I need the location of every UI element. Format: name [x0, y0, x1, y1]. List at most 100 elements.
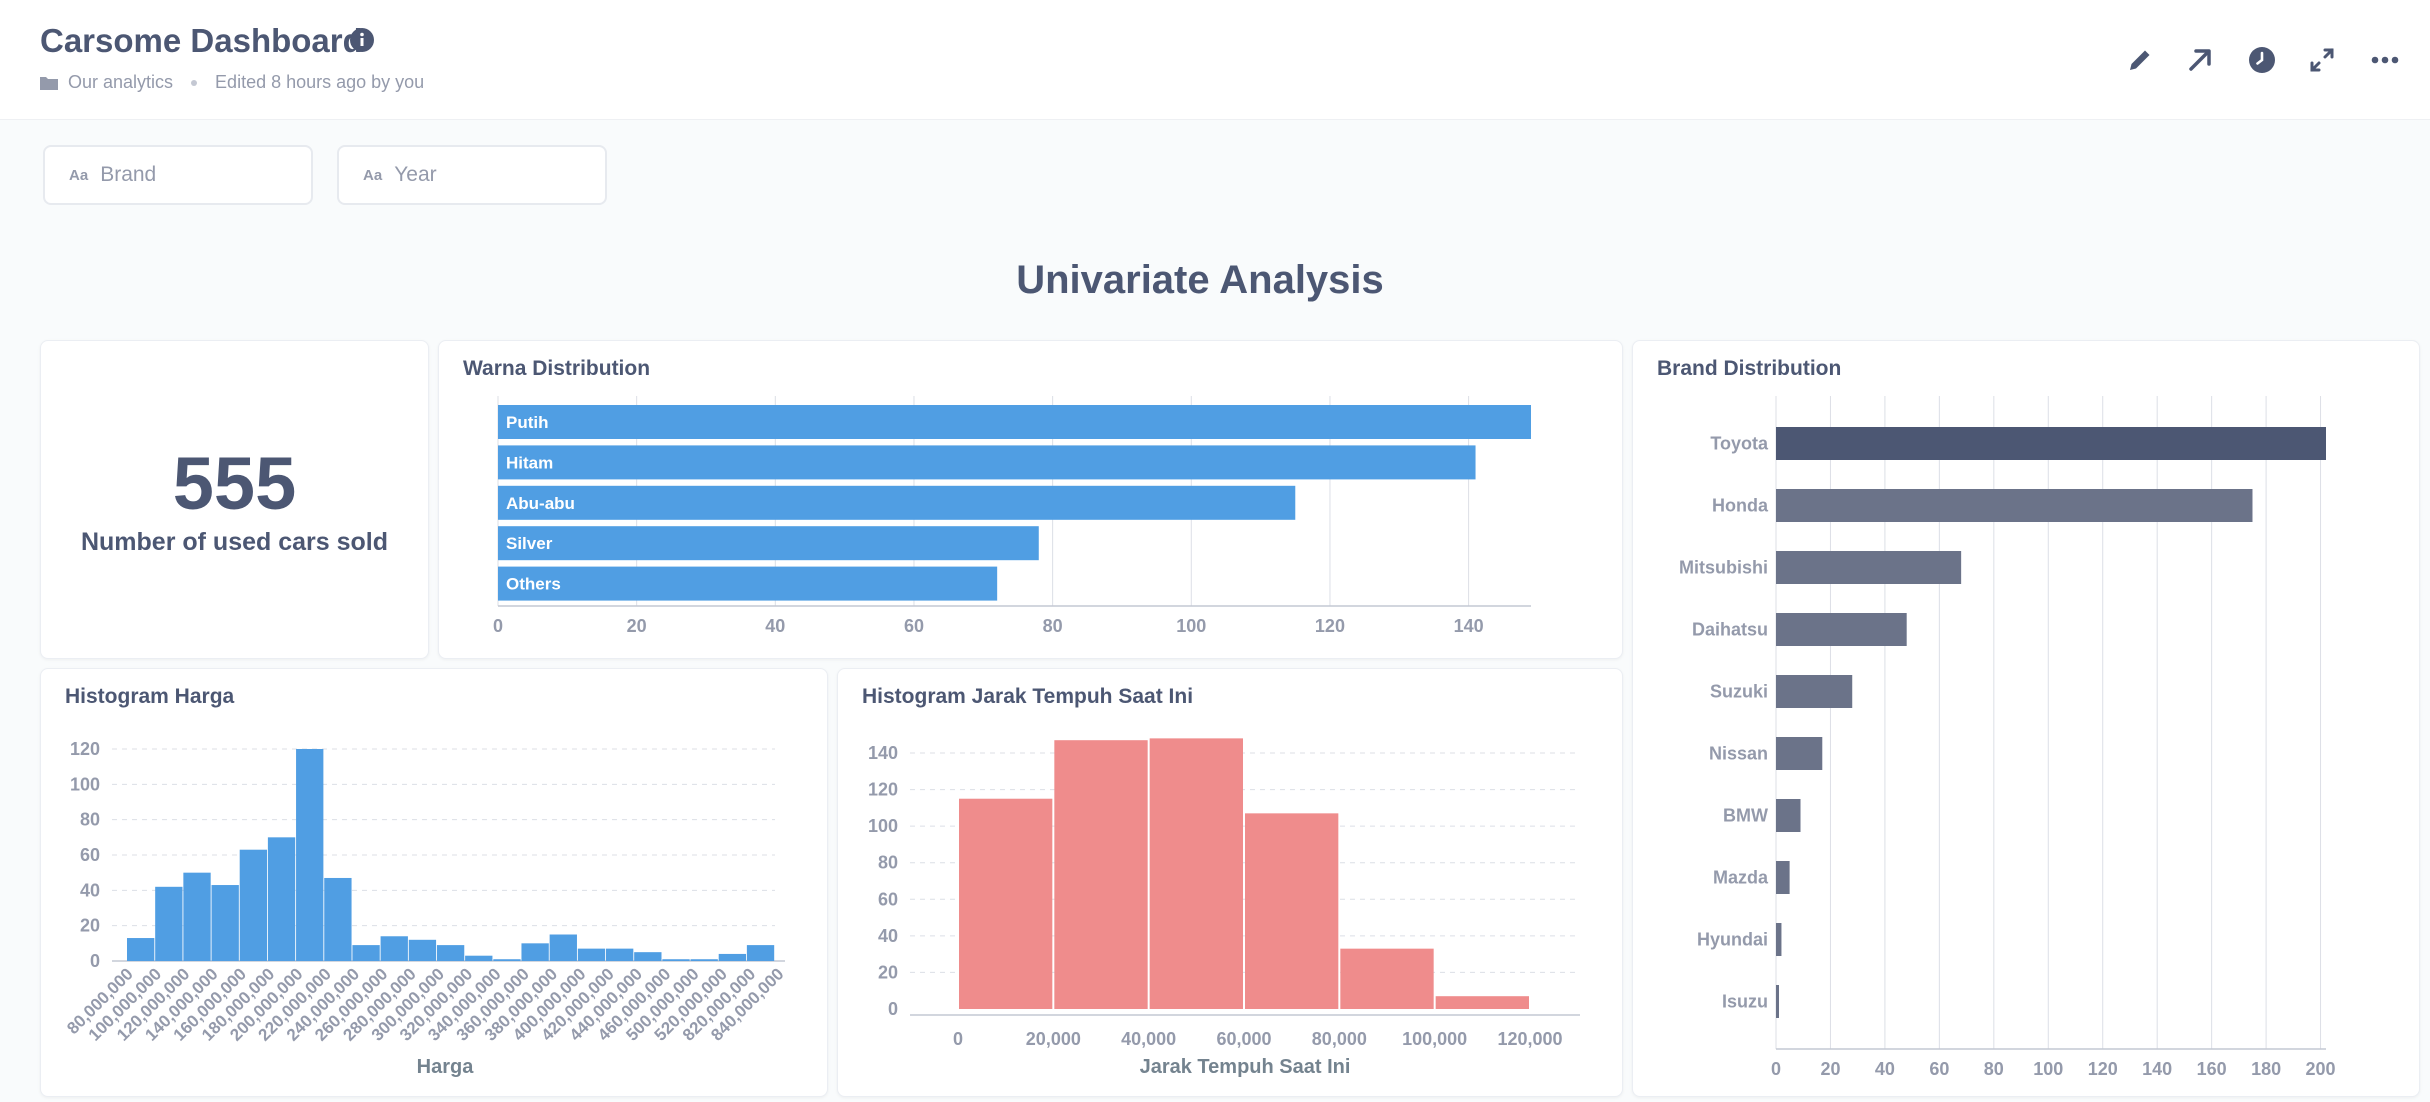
x-tick-label: 80,000 [1312, 1029, 1367, 1049]
bar [1776, 861, 1790, 894]
bar [324, 877, 352, 961]
bar [183, 872, 211, 961]
bar [498, 405, 1531, 439]
bar [296, 749, 324, 961]
bar [521, 943, 549, 961]
bar [1776, 923, 1782, 956]
pencil-icon[interactable] [2120, 40, 2160, 80]
y-tick-label: 20 [878, 962, 898, 982]
bar [267, 837, 296, 961]
x-tick-label: 60 [904, 616, 924, 636]
x-tick-label: 0 [493, 616, 503, 636]
bar [155, 886, 183, 961]
bar [1776, 799, 1801, 832]
x-tick-label: 120 [2088, 1059, 2118, 1079]
bar [1776, 427, 2326, 460]
y-tick-label: 0 [90, 951, 100, 971]
bar [408, 939, 437, 961]
jarak-card[interactable]: Histogram Jarak Tempuh Saat Ini 0 20 40 60 8… [837, 668, 1623, 1097]
scalar-value: 555 [172, 442, 297, 525]
share-arrow-icon[interactable] [2180, 40, 2220, 80]
x-tick-label: 100,000 [1402, 1029, 1467, 1049]
x-tick-label: 140 [1454, 616, 1484, 636]
bar [493, 959, 521, 961]
breadcrumb-separator [191, 79, 198, 86]
warna-chart: 0 20 40 60 80 100 120 140 Putih Hitam Abu-abu Silve… [493, 396, 1531, 636]
bar [498, 566, 998, 601]
bar-label: Abu-abu [506, 494, 575, 513]
year-filter-label: Year [394, 163, 437, 186]
bar [380, 936, 408, 961]
x-tick-label: 20,000 [1026, 1029, 1081, 1049]
x-tick-label: 80 [1043, 616, 1063, 636]
bar [498, 445, 1476, 480]
x-tick-label: 180 [2251, 1059, 2281, 1079]
x-tick-label: 160 [2197, 1059, 2227, 1079]
bar-label: Silver [506, 534, 553, 553]
y-category-label: Hyundai [1697, 930, 1768, 950]
bar [662, 959, 690, 961]
x-tick-label: 100 [2033, 1059, 2063, 1079]
bar [1149, 738, 1243, 1009]
y-tick-label: 120 [70, 739, 100, 759]
harga-chart: 02040608010012080,000,000100,000,000120,… [63, 739, 787, 1078]
breadcrumb: Our analytics Edited 8 hours ago by you [40, 72, 424, 93]
x-tick-label: 40 [1875, 1059, 1895, 1079]
bar [577, 948, 606, 961]
bar [1776, 489, 2253, 522]
x-tick-label: 100 [1176, 616, 1206, 636]
x-axis-title: Harga [417, 1056, 475, 1078]
y-category-label: Mazda [1713, 868, 1769, 888]
dashboard-header: Carsome Dashboard Our analytics Edited 8… [0, 0, 2430, 120]
bar [1435, 996, 1529, 1009]
y-tick-label: 40 [80, 880, 100, 900]
brand-card[interactable]: Brand Distribution 0 20 40 60 80 100 120 140 160… [1632, 340, 2420, 1097]
y-tick-label: 60 [80, 845, 100, 865]
bar [436, 945, 465, 961]
harga-card[interactable]: Histogram Harga 0 20 40 60 80 100 120 80,000,00… [40, 668, 828, 1097]
bar [498, 526, 1039, 561]
fullscreen-icon[interactable] [2302, 40, 2342, 80]
bar [1776, 737, 1823, 770]
edited-status[interactable]: Edited 8 hours ago by you [215, 72, 424, 93]
y-tick-label: 0 [888, 999, 898, 1019]
x-tick-label: 60 [1929, 1059, 1949, 1079]
y-tick-label: 120 [868, 780, 898, 800]
info-icon[interactable] [348, 26, 376, 54]
clock-icon[interactable] [2242, 40, 2282, 80]
x-tick-label: 80 [1984, 1059, 2004, 1079]
bar [690, 959, 718, 961]
bar [549, 934, 577, 961]
text-type-icon: Aa [363, 166, 383, 184]
brand-chart: 0 20 40 60 80 100 120 140 160 180 200 Toyota Honda Mi… [1679, 396, 2336, 1079]
more-options-icon[interactable] [2365, 40, 2405, 80]
bar [1776, 985, 1779, 1018]
bar [1776, 675, 1853, 708]
bar [605, 948, 634, 961]
y-tick-label: 100 [70, 774, 100, 794]
bar [239, 849, 268, 961]
brand-filter[interactable]: Aa Brand [43, 145, 313, 205]
x-tick-label: 140 [2142, 1059, 2172, 1079]
x-tick-label: 20 [1820, 1059, 1840, 1079]
collection-link[interactable]: Our analytics [68, 72, 173, 93]
bar [498, 485, 1296, 520]
jarak-chart: 0 20 40 60 80 100 120 140 0 20,000 40,000 60,000 80,… [868, 738, 1580, 1078]
warna-card[interactable]: Warna Distribution 0 20 40 60 80 100 120 140 Put… [438, 340, 1623, 659]
y-tick-label: 80 [80, 810, 100, 830]
x-tick-label: 200 [2306, 1059, 2336, 1079]
bar [1776, 551, 1962, 584]
x-tick-label: 60,000 [1216, 1029, 1271, 1049]
scalar-card[interactable]: 555 Number of used cars sold [40, 340, 429, 659]
y-tick-label: 80 [878, 853, 898, 873]
x-tick-label: 120 [1315, 616, 1345, 636]
bar [352, 945, 380, 961]
y-tick-label: 100 [868, 816, 898, 836]
bar [634, 952, 662, 961]
y-category-label: Daihatsu [1692, 620, 1768, 640]
year-filter[interactable]: Aa Year [337, 145, 607, 205]
bar-label: Putih [506, 413, 549, 432]
section-heading: Univariate Analysis [1016, 258, 1384, 302]
folder-icon [40, 77, 58, 90]
bar [1245, 813, 1339, 1009]
